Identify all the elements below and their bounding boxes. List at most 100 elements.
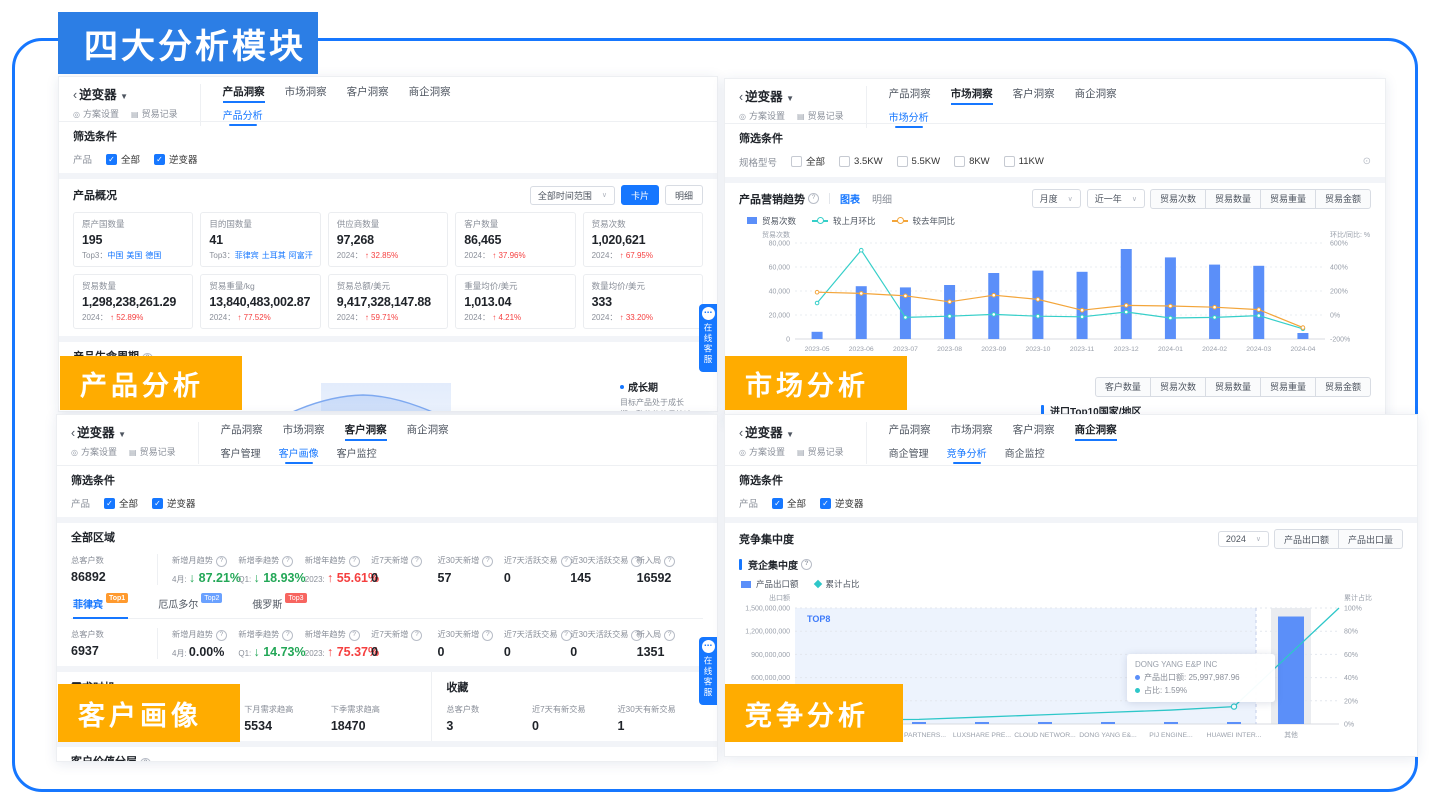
checkbox-inverter[interactable]: ✓逆变器 bbox=[154, 152, 198, 166]
tab-market-insight[interactable]: 市场洞察 bbox=[951, 422, 993, 441]
country-tab-ecuador[interactable]: 厄瓜多尔Top2 bbox=[158, 596, 222, 611]
info-icon[interactable]: ? bbox=[282, 556, 293, 567]
scheme-setting-link[interactable]: ◎方案设置 bbox=[739, 109, 785, 122]
info-icon[interactable]: ? bbox=[808, 193, 819, 204]
tab-customer-insight[interactable]: 客户洞察 bbox=[1013, 86, 1055, 105]
period-select[interactable]: 月度∨ bbox=[1032, 189, 1081, 208]
info-icon[interactable]: ? bbox=[482, 556, 493, 567]
info-icon[interactable]: ? bbox=[664, 556, 675, 567]
back-icon[interactable]: ‹ bbox=[739, 426, 743, 440]
info-icon[interactable]: ? bbox=[140, 758, 151, 762]
info-icon[interactable]: ? bbox=[801, 559, 812, 570]
metric-trade-weight-button[interactable]: 贸易重量 bbox=[1260, 189, 1316, 209]
subtab-market-analysis[interactable]: 市场分析 bbox=[889, 109, 929, 128]
country-tab-russia[interactable]: 俄罗斯Top3 bbox=[252, 596, 306, 611]
info-icon[interactable]: ? bbox=[482, 630, 493, 641]
tab-customer-insight[interactable]: 客户洞察 bbox=[1013, 422, 1055, 441]
tab-market-insight[interactable]: 市场洞察 bbox=[283, 422, 325, 441]
checkbox-all[interactable]: ✓全部 bbox=[772, 496, 806, 510]
tab-customer-insight[interactable]: 客户洞察 bbox=[347, 84, 389, 103]
checkbox-all[interactable]: ✓全部 bbox=[104, 496, 138, 510]
year-select[interactable]: 2024∨ bbox=[1218, 531, 1269, 547]
trade-record-link[interactable]: ▤贸易记录 bbox=[131, 107, 178, 120]
tab-detail-view[interactable]: 明细 bbox=[872, 191, 892, 206]
tab-product-insight[interactable]: 产品洞察 bbox=[889, 86, 931, 105]
scheme-setting-link[interactable]: ◎方案设置 bbox=[739, 445, 785, 458]
top3-country-link[interactable]: 中国 bbox=[107, 251, 123, 260]
online-service-button[interactable]: ⋯ 在线客服 bbox=[699, 637, 717, 705]
page-title[interactable]: ‹逆变器 ▼ bbox=[739, 86, 844, 105]
info-icon[interactable]: ? bbox=[411, 556, 422, 567]
top3-country-link[interactable]: 菲律宾 bbox=[235, 251, 259, 260]
online-service-button[interactable]: ⋯ 在线客服 bbox=[699, 304, 717, 372]
checkbox-8kw[interactable]: 8KW bbox=[954, 156, 990, 167]
tab-product-insight[interactable]: 产品洞察 bbox=[889, 422, 931, 441]
filter-collapse-icon[interactable]: ⊙ bbox=[1363, 156, 1371, 167]
page-title[interactable]: ‹逆变器 ▼ bbox=[73, 84, 178, 103]
tab-business-insight[interactable]: 商企洞察 bbox=[409, 84, 451, 103]
checkbox-3-5kw[interactable]: 3.5KW bbox=[839, 156, 883, 167]
svg-text:0%: 0% bbox=[1344, 722, 1354, 729]
info-icon[interactable]: ? bbox=[282, 630, 293, 641]
metric-customer-count-button[interactable]: 客户数量 bbox=[1095, 377, 1151, 397]
tab-product-insight[interactable]: 产品洞察 bbox=[223, 84, 265, 103]
metric-trade-qty-button[interactable]: 贸易数量 bbox=[1205, 189, 1261, 209]
trade-record-link[interactable]: ▤贸易记录 bbox=[797, 445, 844, 458]
page-title[interactable]: ‹逆变器 ▼ bbox=[71, 422, 176, 441]
info-icon[interactable]: ? bbox=[411, 630, 422, 641]
tab-chart-view[interactable]: 图表 bbox=[840, 191, 860, 206]
checkbox-inverter[interactable]: ✓逆变器 bbox=[152, 496, 196, 510]
checkbox-all[interactable]: ✓全部 bbox=[106, 152, 140, 166]
subtab-customer-management[interactable]: 客户管理 bbox=[221, 445, 261, 464]
metric-trade-amount-button[interactable]: 贸易金额 bbox=[1315, 189, 1371, 209]
metric-trade-qty-button[interactable]: 贸易数量 bbox=[1205, 377, 1261, 397]
tab-business-insight[interactable]: 商企洞察 bbox=[407, 422, 449, 441]
back-icon[interactable]: ‹ bbox=[739, 90, 743, 104]
checkbox-inverter[interactable]: ✓逆变器 bbox=[820, 496, 864, 510]
info-icon[interactable]: ? bbox=[349, 630, 360, 641]
country-tab-philippines[interactable]: 菲律宾Top1 bbox=[73, 596, 128, 611]
metric-trade-count-button[interactable]: 贸易次数 bbox=[1150, 377, 1206, 397]
back-icon[interactable]: ‹ bbox=[71, 426, 75, 440]
subtab-customer-profile[interactable]: 客户画像 bbox=[279, 445, 319, 464]
tab-market-insight[interactable]: 市场洞察 bbox=[285, 84, 327, 103]
subtab-customer-monitor[interactable]: 客户监控 bbox=[337, 445, 377, 464]
page-title[interactable]: ‹逆变器 ▼ bbox=[739, 422, 844, 441]
detail-view-button[interactable]: 明细 bbox=[665, 185, 703, 205]
subtab-business-monitor[interactable]: 商企监控 bbox=[1005, 445, 1045, 464]
top3-country-link[interactable]: 美国 bbox=[126, 251, 142, 260]
top3-country-link[interactable]: 德国 bbox=[145, 251, 161, 260]
trade-record-link[interactable]: ▤贸易记录 bbox=[797, 109, 844, 122]
metric-trade-weight-button[interactable]: 贸易重量 bbox=[1260, 377, 1316, 397]
subtab-product-analysis[interactable]: 产品分析 bbox=[223, 107, 263, 126]
tab-market-insight[interactable]: 市场洞察 bbox=[951, 86, 993, 105]
stat-item-2: 新增季趋势?Q1: ↓ 14.73% bbox=[238, 628, 304, 659]
trade-record-link[interactable]: ▤贸易记录 bbox=[129, 445, 176, 458]
range-select[interactable]: 近一年∨ bbox=[1087, 189, 1145, 208]
info-icon[interactable]: ? bbox=[664, 630, 675, 641]
tab-customer-insight[interactable]: 客户洞察 bbox=[345, 422, 387, 441]
metric-export-amount-button[interactable]: 产品出口额 bbox=[1274, 529, 1339, 549]
tab-product-insight[interactable]: 产品洞察 bbox=[221, 422, 263, 441]
checkbox-all[interactable]: 全部 bbox=[791, 154, 825, 168]
scheme-setting-link[interactable]: ◎方案设置 bbox=[71, 445, 117, 458]
info-icon[interactable]: ? bbox=[349, 556, 360, 567]
metric-trade-count-button[interactable]: 贸易次数 bbox=[1150, 189, 1206, 209]
scheme-setting-link[interactable]: ◎方案设置 bbox=[73, 107, 119, 120]
checkbox-11kw[interactable]: 11KW bbox=[1004, 156, 1044, 167]
tab-business-insight[interactable]: 商企洞察 bbox=[1075, 422, 1117, 441]
metric-trade-amount-button[interactable]: 贸易金额 bbox=[1315, 377, 1371, 397]
tab-business-insight[interactable]: 商企洞察 bbox=[1075, 86, 1117, 105]
back-icon[interactable]: ‹ bbox=[73, 88, 77, 102]
checkbox-5-5kw[interactable]: 5.5KW bbox=[897, 156, 941, 167]
svg-text:2023-08: 2023-08 bbox=[937, 346, 962, 353]
card-view-button[interactable]: 卡片 bbox=[621, 185, 659, 205]
top3-country-link[interactable]: 阿富汗 bbox=[289, 251, 313, 260]
metric-export-volume-button[interactable]: 产品出口量 bbox=[1338, 529, 1403, 549]
top3-country-link[interactable]: 土耳其 bbox=[262, 251, 286, 260]
time-range-select[interactable]: 全部时间范围∨ bbox=[530, 186, 615, 205]
info-icon[interactable]: ? bbox=[216, 556, 227, 567]
info-icon[interactable]: ? bbox=[216, 630, 227, 641]
subtab-business-management[interactable]: 商企管理 bbox=[889, 445, 929, 464]
subtab-competition-analysis[interactable]: 竞争分析 bbox=[947, 445, 987, 464]
